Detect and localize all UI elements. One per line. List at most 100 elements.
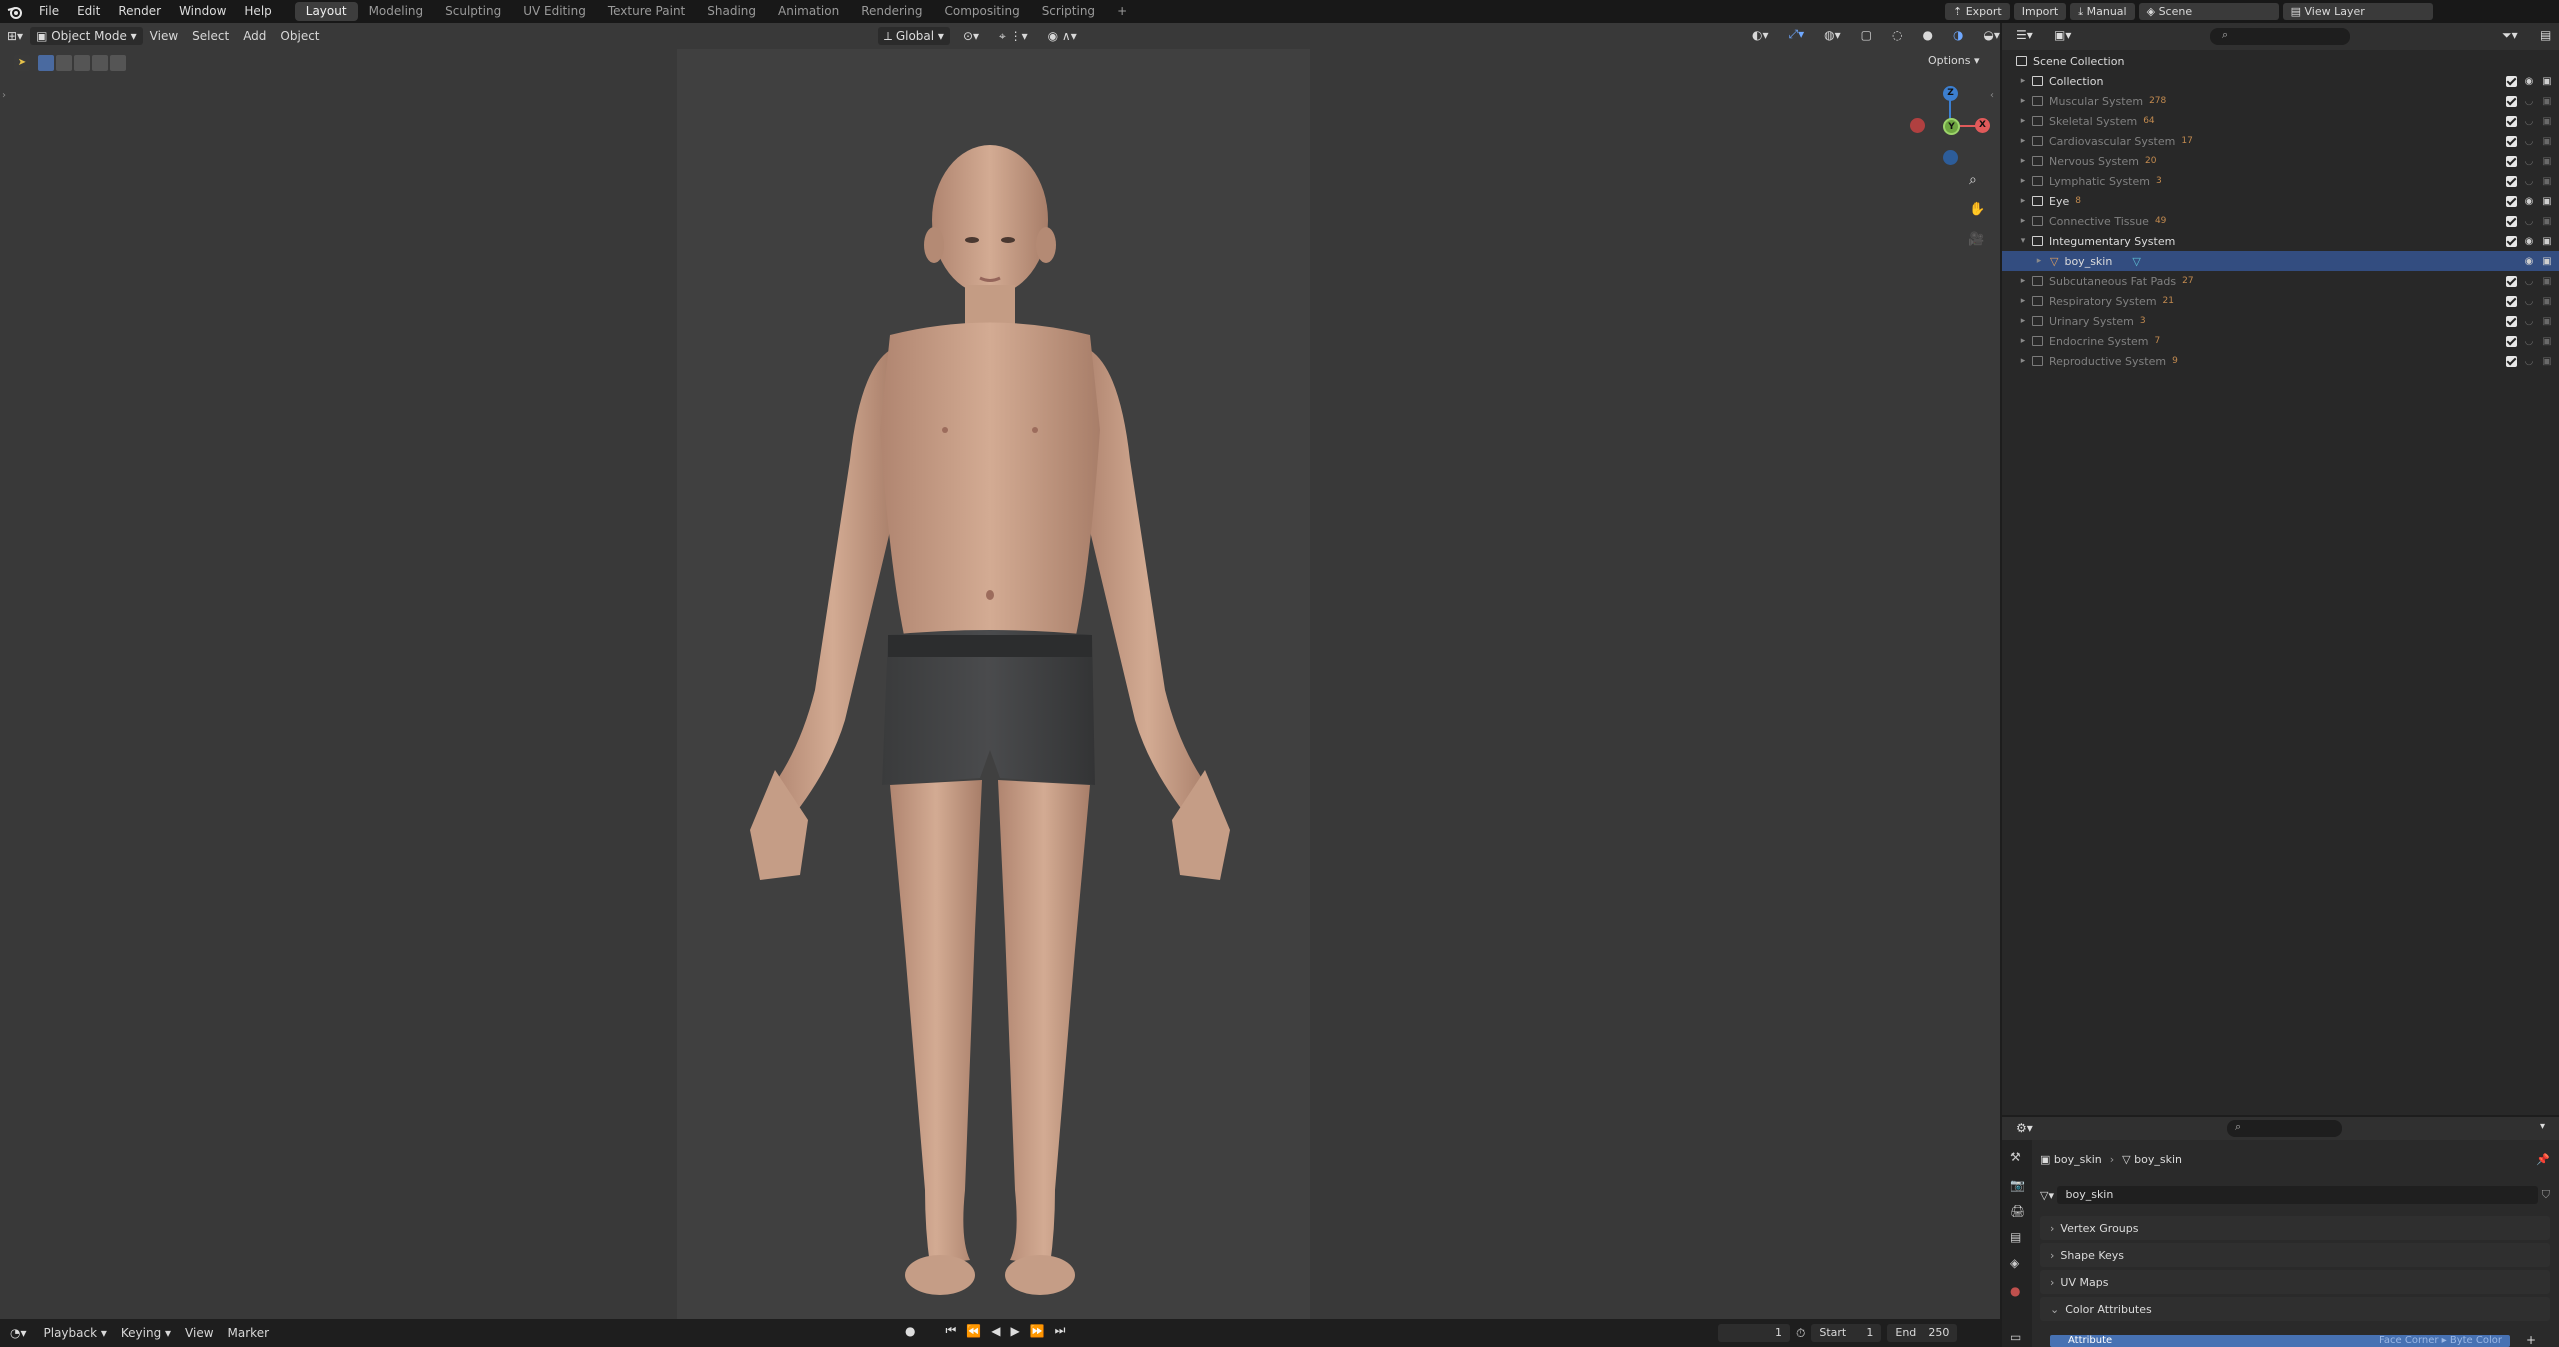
menu-view[interactable]: View xyxy=(143,29,185,43)
tab-shading[interactable]: Shading xyxy=(696,2,767,21)
overlay-icon[interactable]: ◍▾ xyxy=(1817,28,1848,42)
camera-render-icon[interactable]: ▣ xyxy=(2541,76,2553,87)
panel-uv-maps[interactable]: › UV Maps xyxy=(2040,1270,2550,1294)
outliner-row[interactable]: ▸ Lymphatic System 3 ◡ ▣ xyxy=(2002,171,2559,191)
menu-file[interactable]: File xyxy=(30,0,68,23)
eye-closed-icon[interactable]: ◡ xyxy=(2523,276,2535,287)
timeline-editor-type-icon[interactable]: ◔▾ xyxy=(0,1326,37,1340)
attribute-list-item[interactable]: Attribute Face Corner ▸ Byte Color xyxy=(2050,1335,2510,1347)
camera-render-icon[interactable]: ▣ xyxy=(2541,256,2553,267)
chevron-right-icon[interactable]: ▸ xyxy=(2016,76,2030,86)
world-tab-icon[interactable]: ● xyxy=(2010,1284,2020,1298)
eye-icon[interactable]: ◉ xyxy=(2523,256,2535,267)
select-subtract-icon[interactable] xyxy=(74,55,90,71)
exclude-checkbox[interactable] xyxy=(2506,115,2517,127)
outliner-row[interactable]: ▸ Skeletal System 64 ◡ ▣ xyxy=(2002,111,2559,131)
import-button[interactable]: Import xyxy=(2013,3,2067,20)
navigation-gizmo[interactable]: X Y Z xyxy=(1900,80,2000,170)
play-icon[interactable]: ▶ xyxy=(1010,1324,1019,1338)
view-layer-tab-icon[interactable]: ▤ xyxy=(2010,1230,2021,1244)
chevron-down-icon[interactable]: ▾ xyxy=(2016,236,2030,246)
current-frame-field[interactable]: 1 xyxy=(1718,1324,1790,1342)
outliner-row[interactable]: ▸ Endocrine System 7 ◡ ▣ xyxy=(2002,331,2559,351)
exclude-checkbox[interactable] xyxy=(2506,275,2517,287)
exclude-checkbox[interactable] xyxy=(2506,235,2517,247)
properties-search-input[interactable]: ⌕ xyxy=(2227,1120,2342,1137)
boy-skin-model[interactable] xyxy=(690,130,1290,1310)
tab-scripting[interactable]: Scripting xyxy=(1031,2,1106,21)
eye-closed-icon[interactable]: ◡ xyxy=(2523,136,2535,147)
transform-orientation-selector[interactable]: ⟂ Global ▾ xyxy=(878,27,950,45)
outliner-row[interactable]: ▸ Nervous System 20 ◡ ▣ xyxy=(2002,151,2559,171)
menu-edit[interactable]: Edit xyxy=(68,0,109,23)
export-button[interactable]: ⇡ Export xyxy=(1945,3,2010,20)
panel-color-attributes[interactable]: ⌄ Color Attributes xyxy=(2040,1297,2550,1321)
xray-icon[interactable]: ▢ xyxy=(1854,28,1879,42)
options-button[interactable]: Options ▾ xyxy=(1928,54,1979,67)
chevron-right-icon[interactable]: ▸ xyxy=(2016,356,2030,366)
render-tab-icon[interactable]: 📷 xyxy=(2010,1178,2025,1192)
add-workspace-button[interactable]: + xyxy=(1106,2,1138,21)
properties-editor-type-icon[interactable]: ⚙▾ xyxy=(2016,1121,2033,1135)
snap-icon[interactable]: ⌖ ⋮▾ xyxy=(992,29,1035,44)
menu-playback[interactable]: Playback ▾ xyxy=(37,1326,114,1340)
exclude-checkbox[interactable] xyxy=(2506,135,2517,147)
exclude-checkbox[interactable] xyxy=(2506,295,2517,307)
exclude-checkbox[interactable] xyxy=(2506,315,2517,327)
outliner-row-scene-collection[interactable]: Scene Collection xyxy=(2002,51,2559,71)
outliner-row[interactable]: ▸ Muscular System 278 ◡ ▣ xyxy=(2002,91,2559,111)
camera-render-icon[interactable]: ▣ xyxy=(2541,196,2553,207)
eye-icon[interactable]: ◉ xyxy=(2523,76,2535,87)
outliner-row[interactable]: ▸ Eye 8 ◉ ▣ xyxy=(2002,191,2559,211)
filter-icon[interactable]: ⏷▾ xyxy=(2502,28,2518,43)
collection-tab-icon[interactable]: ▭ xyxy=(2010,1330,2021,1344)
view-layer-selector[interactable]: ▤ View Layer xyxy=(2282,3,2433,20)
scene-tab-icon[interactable]: ◈ xyxy=(2010,1256,2019,1270)
menu-render[interactable]: Render xyxy=(109,0,170,23)
outliner-search-input[interactable]: ⌕ xyxy=(2210,28,2350,45)
gizmo-y-axis[interactable]: Y xyxy=(1943,118,1960,135)
select-invert-icon[interactable] xyxy=(92,55,108,71)
gizmo-neg-x-axis[interactable] xyxy=(1910,118,1925,133)
zoom-icon[interactable]: ⌕ xyxy=(1969,172,1977,188)
gizmo-neg-z-axis[interactable] xyxy=(1943,150,1958,165)
blender-logo-icon[interactable] xyxy=(0,0,30,23)
exclude-checkbox[interactable] xyxy=(2506,175,2517,187)
outliner-row[interactable]: ▸ ▽ boy_skin ▽ ◉ ▣ xyxy=(2002,251,2559,271)
scene-selector[interactable]: ◈ Scene xyxy=(2138,3,2279,20)
stopwatch-icon[interactable]: ⏱ xyxy=(1796,1326,1805,1341)
menu-timeline-view[interactable]: View xyxy=(178,1326,220,1340)
eye-closed-icon[interactable]: ◡ xyxy=(2523,356,2535,367)
proportional-edit-icon[interactable]: ◉ ∧▾ xyxy=(1041,29,1084,43)
camera-render-icon[interactable]: ▣ xyxy=(2541,96,2553,107)
display-mode-icon[interactable]: ▣▾ xyxy=(2054,28,2071,42)
editor-type-icon[interactable]: ⊞▾ xyxy=(0,29,30,43)
exclude-checkbox[interactable] xyxy=(2506,355,2517,367)
tab-compositing[interactable]: Compositing xyxy=(933,2,1030,21)
visibility-icon[interactable]: ◐▾ xyxy=(1745,28,1776,42)
eye-closed-icon[interactable]: ◡ xyxy=(2523,96,2535,107)
chevron-right-icon[interactable]: ▸ xyxy=(2016,276,2030,286)
exclude-checkbox[interactable] xyxy=(2506,195,2517,207)
chevron-right-icon[interactable]: ▸ xyxy=(2032,256,2046,266)
outliner-row[interactable]: ▸ Respiratory System 21 ◡ ▣ xyxy=(2002,291,2559,311)
chevron-right-icon[interactable]: ▸ xyxy=(2016,96,2030,106)
shading-wireframe-icon[interactable]: ◌ xyxy=(1885,28,1909,42)
shading-solid-icon[interactable]: ● xyxy=(1915,28,1939,42)
eye-closed-icon[interactable]: ◡ xyxy=(2523,176,2535,187)
tab-uv-editing[interactable]: UV Editing xyxy=(512,2,597,21)
eye-closed-icon[interactable]: ◡ xyxy=(2523,336,2535,347)
shading-material-icon[interactable]: ◑ xyxy=(1946,28,1970,42)
menu-keying[interactable]: Keying ▾ xyxy=(114,1326,178,1340)
gizmo-x-axis[interactable]: X xyxy=(1975,118,1990,133)
selection-mode-icons[interactable] xyxy=(38,55,126,71)
end-frame-field[interactable]: End 250 xyxy=(1887,1324,1958,1342)
exclude-checkbox[interactable] xyxy=(2506,335,2517,347)
mesh-name-field[interactable]: boy_skin xyxy=(2057,1186,2538,1204)
record-icon[interactable]: ● xyxy=(905,1324,915,1338)
eye-closed-icon[interactable]: ◡ xyxy=(2523,116,2535,127)
camera-render-icon[interactable]: ▣ xyxy=(2541,116,2553,127)
mesh-data-icon[interactable]: ▽▾ xyxy=(2040,1189,2057,1202)
start-frame-field[interactable]: Start 1 xyxy=(1811,1324,1882,1342)
exclude-checkbox[interactable] xyxy=(2506,155,2517,167)
